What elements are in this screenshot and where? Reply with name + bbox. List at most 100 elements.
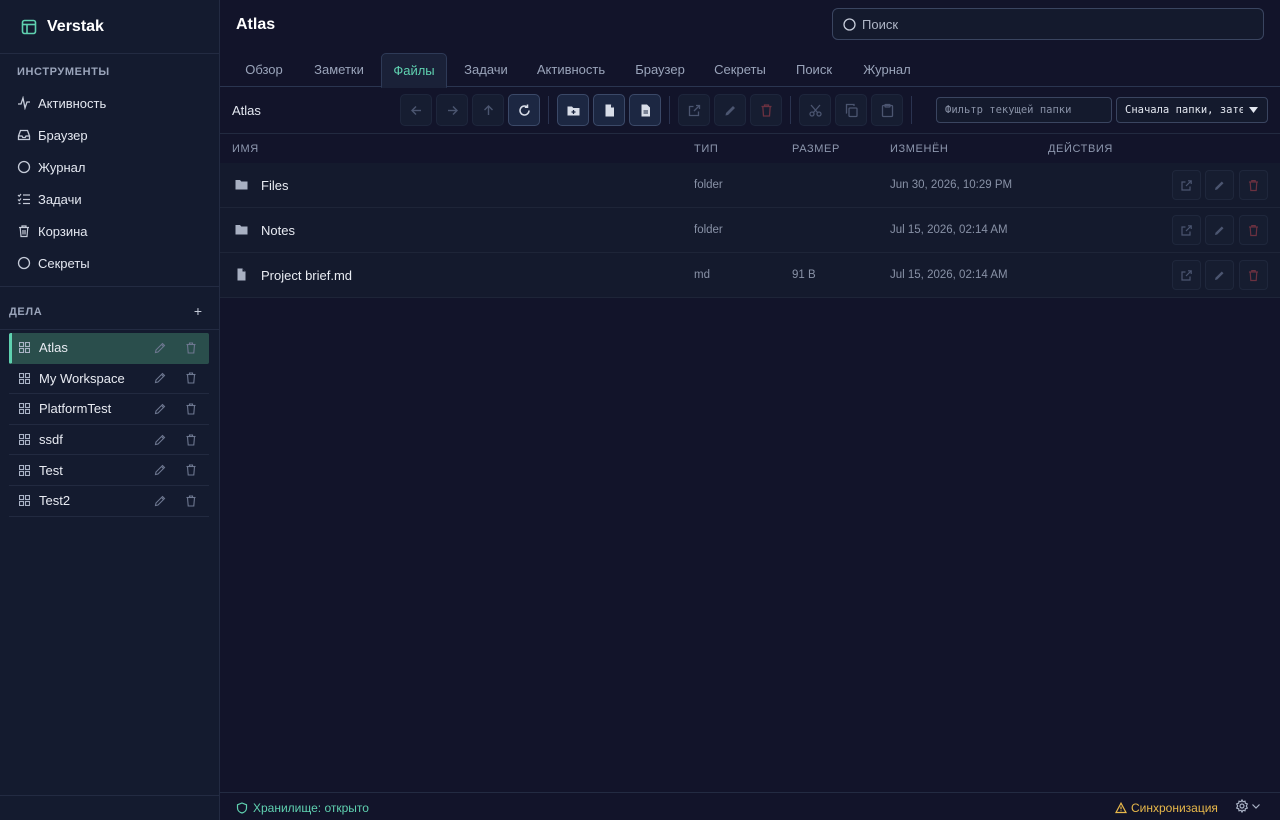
- back-button[interactable]: [400, 94, 432, 126]
- grid-icon: [19, 372, 30, 384]
- grid-icon: [19, 434, 30, 446]
- copy-icon: [845, 103, 858, 117]
- tab-journal[interactable]: Журнал: [854, 53, 920, 87]
- add-case-button[interactable]: +: [190, 302, 206, 320]
- case-item-my-workspace[interactable]: My Workspace: [9, 364, 209, 395]
- scissors-icon: [808, 104, 822, 117]
- new-folder-button[interactable]: [557, 94, 589, 126]
- tab-notes[interactable]: Заметки: [304, 53, 374, 87]
- up-button[interactable]: [472, 94, 504, 126]
- toolbar-divider: [669, 96, 670, 124]
- trash-icon[interactable]: [184, 494, 198, 508]
- grid-icon: [19, 403, 30, 415]
- pencil-icon[interactable]: [153, 494, 167, 508]
- tab-search[interactable]: Поиск: [786, 53, 842, 87]
- vault-status-text: Хранилище: открыто: [253, 801, 369, 815]
- forward-button[interactable]: [436, 94, 468, 126]
- column-header-size[interactable]: РАЗМЕР: [792, 143, 840, 155]
- pencil-icon[interactable]: [153, 463, 167, 477]
- arrow-right-icon: [447, 105, 458, 115]
- column-header-name[interactable]: ИМЯ: [232, 143, 259, 155]
- row-rename-button[interactable]: [1205, 215, 1234, 245]
- sidebar-item-label: Активность: [38, 95, 107, 111]
- row-open-button[interactable]: [1172, 260, 1201, 290]
- trash-icon[interactable]: [184, 463, 198, 477]
- file-type: md: [694, 269, 710, 281]
- pencil-icon: [1215, 226, 1224, 235]
- sidebar: Verstak ИНСТРУМЕНТЫ Активность Браузер Ж…: [0, 0, 220, 820]
- case-item-atlas[interactable]: Atlas: [9, 333, 209, 364]
- row-open-button[interactable]: [1172, 215, 1201, 245]
- sidebar-item-trash[interactable]: Корзина: [0, 215, 219, 247]
- copy-button[interactable]: [835, 94, 867, 126]
- sidebar-item-label: Секреты: [38, 255, 90, 271]
- brand-name: Verstak: [47, 17, 104, 35]
- trash-icon[interactable]: [184, 433, 198, 447]
- sidebar-item-journal[interactable]: Журнал: [0, 151, 219, 183]
- sidebar-item-tasks[interactable]: Задачи: [0, 183, 219, 215]
- row-rename-button[interactable]: [1205, 260, 1234, 290]
- delete-button[interactable]: [750, 94, 782, 126]
- rename-button[interactable]: [714, 94, 746, 126]
- sidebar-item-secrets[interactable]: Секреты: [0, 247, 219, 279]
- folder-filter-input[interactable]: [936, 97, 1112, 123]
- file-name: Notes: [261, 223, 295, 238]
- refresh-icon: [518, 104, 530, 116]
- row-rename-button[interactable]: [1205, 170, 1234, 200]
- new-note-button[interactable]: [629, 94, 661, 126]
- case-label: PlatformTest: [39, 401, 112, 417]
- row-open-button[interactable]: [1172, 170, 1201, 200]
- tab-browser[interactable]: Браузер: [626, 53, 694, 87]
- case-item-test[interactable]: Test: [9, 455, 209, 486]
- tab-overview[interactable]: Обзор: [233, 53, 295, 87]
- cut-button[interactable]: [799, 94, 831, 126]
- tab-activity[interactable]: Активность: [528, 53, 614, 87]
- table-header: ИМЯ ТИП РАЗМЕР ИЗМЕНЁН ДЕЙСТВИЯ: [220, 135, 1280, 163]
- status-bar: Хранилище: открыто Синхронизация: [220, 792, 1280, 820]
- pencil-icon[interactable]: [153, 402, 167, 416]
- trash-icon[interactable]: [184, 371, 198, 385]
- trash-icon[interactable]: [184, 402, 198, 416]
- paste-button[interactable]: [871, 94, 903, 126]
- case-item-test2[interactable]: Test2: [9, 486, 209, 517]
- sync-status-button[interactable]: Синхронизация: [1115, 801, 1218, 815]
- row-delete-button[interactable]: [1239, 215, 1268, 245]
- trash-icon[interactable]: [184, 341, 198, 355]
- pencil-icon[interactable]: [153, 371, 167, 385]
- row-delete-button[interactable]: [1239, 170, 1268, 200]
- row-delete-button[interactable]: [1239, 260, 1268, 290]
- trash-icon: [1249, 179, 1258, 191]
- search-box[interactable]: [832, 8, 1264, 40]
- tab-tasks[interactable]: Задачи: [456, 53, 516, 87]
- sidebar-item-activity[interactable]: Активность: [0, 87, 219, 119]
- tab-secrets[interactable]: Секреты: [706, 53, 774, 87]
- sidebar-item-label: Браузер: [38, 127, 88, 143]
- sidebar-item-browser[interactable]: Браузер: [0, 119, 219, 151]
- pencil-icon[interactable]: [153, 341, 167, 355]
- tab-files[interactable]: Файлы: [381, 53, 447, 88]
- sort-select[interactable]: Сначала папки, затем по имени: [1116, 97, 1268, 123]
- pencil-icon[interactable]: [153, 433, 167, 447]
- open-external-button[interactable]: [678, 94, 710, 126]
- case-item-platformtest[interactable]: PlatformTest: [9, 394, 209, 425]
- arrow-left-icon: [410, 105, 421, 115]
- sync-status-text: Синхронизация: [1131, 801, 1218, 815]
- file-modified: Jul 15, 2026, 02:14 AM: [890, 224, 1008, 236]
- sidebar-item-label: Журнал: [38, 159, 86, 175]
- table-row[interactable]: Notes folder Jul 15, 2026, 02:14 AM: [220, 208, 1280, 253]
- header: Atlas: [220, 0, 1280, 50]
- case-item-ssdf[interactable]: ssdf: [9, 425, 209, 456]
- column-header-type[interactable]: ТИП: [694, 143, 718, 155]
- activity-icon: [18, 96, 30, 110]
- trash-icon: [1249, 269, 1258, 281]
- table-row[interactable]: Files folder Jun 30, 2026, 10:29 PM: [220, 163, 1280, 208]
- search-input[interactable]: [862, 16, 1242, 32]
- settings-button[interactable]: [1235, 799, 1260, 813]
- file-size: 91 B: [792, 269, 816, 281]
- current-path: Atlas: [232, 103, 261, 118]
- refresh-button[interactable]: [508, 94, 540, 126]
- table-row[interactable]: Project brief.md md 91 B Jul 15, 2026, 0…: [220, 253, 1280, 298]
- column-header-modified[interactable]: ИЗМЕНЁН: [890, 143, 948, 155]
- new-file-button[interactable]: [593, 94, 625, 126]
- tools-list: Активность Браузер Журнал Задачи Корзина…: [0, 87, 219, 279]
